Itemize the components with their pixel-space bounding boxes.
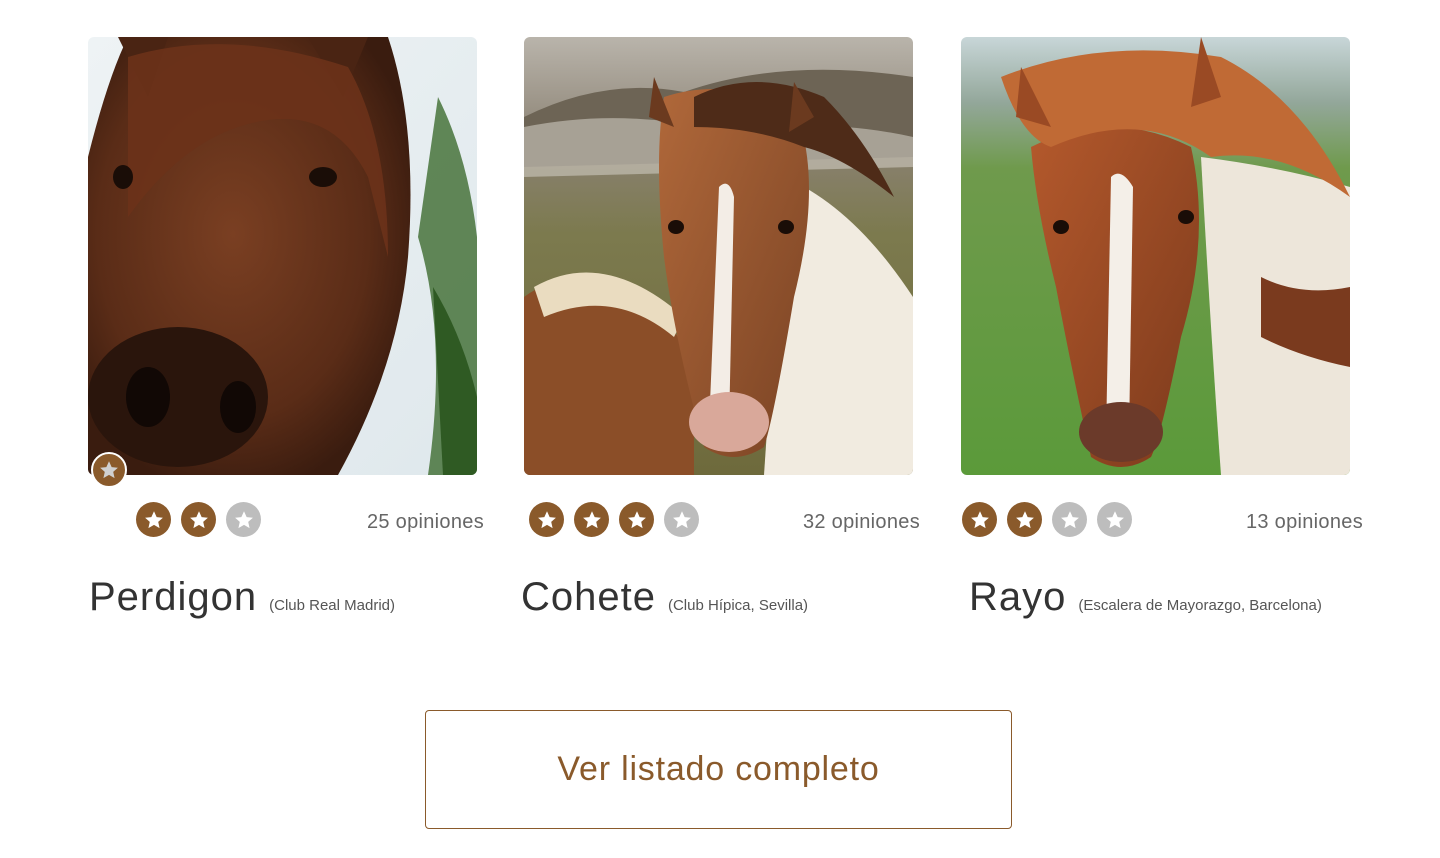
- horse-photo-image: [524, 37, 913, 475]
- rating-star-filled[interactable]: [574, 502, 609, 537]
- star-icon: [627, 510, 646, 528]
- rating-star-filled[interactable]: [619, 502, 654, 537]
- horse-club: (Club Real Madrid): [269, 597, 395, 614]
- star-icon: [537, 510, 556, 528]
- rating-star-filled[interactable]: [529, 502, 564, 537]
- star-icon: [672, 510, 691, 528]
- horse-club: (Club Hípica, Sevilla): [667, 597, 809, 614]
- horse-photo-image: [961, 37, 1350, 475]
- reviews-count-link[interactable]: 13 opiniones: [1246, 511, 1363, 534]
- rating-stars: [962, 502, 1132, 537]
- reviews-count-link[interactable]: 32 opiniones: [803, 511, 920, 534]
- horse-name[interactable]: Rayo: [969, 575, 1066, 620]
- star-icon: [144, 510, 163, 528]
- rating-star-empty[interactable]: [226, 502, 261, 537]
- reviews-count-link[interactable]: 25 opiniones: [367, 511, 484, 534]
- horse-name[interactable]: Perdigon: [89, 575, 257, 620]
- horse-photo-image: [88, 37, 477, 475]
- star-icon: [582, 510, 601, 528]
- rating-star-filled[interactable]: [1007, 502, 1042, 537]
- horse-title: Perdigon (Club Real Madrid): [89, 575, 395, 620]
- horse-club: (Escalera de Mayorazgo, Barcelona): [1078, 597, 1322, 614]
- horse-name[interactable]: Cohete: [521, 575, 656, 620]
- horse-title: Cohete (Club Hípica, Sevilla): [521, 575, 808, 620]
- star-icon: [1060, 510, 1079, 528]
- star-icon: [970, 510, 989, 528]
- star-icon: [189, 510, 208, 528]
- horse-photo[interactable]: [524, 37, 913, 475]
- rating-stars: [136, 502, 261, 537]
- view-full-list-label: Ver listado completo: [557, 750, 880, 788]
- featured-badge: [91, 452, 127, 488]
- star-icon: [1105, 510, 1124, 528]
- rating-star-filled[interactable]: [962, 502, 997, 537]
- horse-title: Rayo (Escalera de Mayorazgo, Barcelona): [969, 575, 1322, 620]
- rating-star-empty[interactable]: [1097, 502, 1132, 537]
- rating-star-empty[interactable]: [1052, 502, 1087, 537]
- horse-photo[interactable]: [88, 37, 477, 475]
- star-icon: [234, 510, 253, 528]
- horse-photo[interactable]: [961, 37, 1350, 475]
- view-full-list-button[interactable]: Ver listado completo: [425, 710, 1012, 829]
- star-icon: [100, 461, 118, 479]
- rating-star-filled[interactable]: [136, 502, 171, 537]
- rating-star-empty[interactable]: [664, 502, 699, 537]
- rating-stars: [529, 502, 699, 537]
- rating-star-filled[interactable]: [181, 502, 216, 537]
- star-icon: [1015, 510, 1034, 528]
